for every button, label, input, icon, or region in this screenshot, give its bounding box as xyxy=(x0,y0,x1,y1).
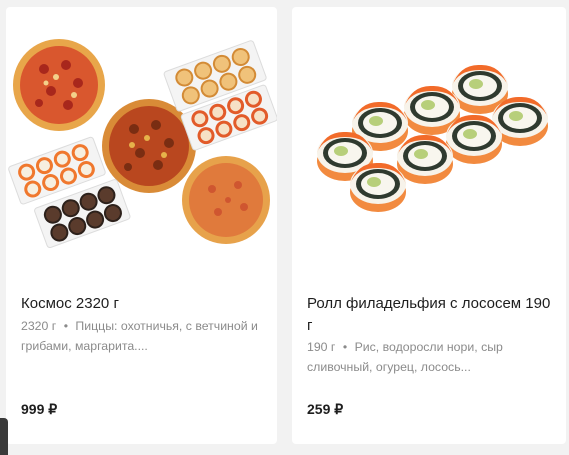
product-title[interactable]: Ролл филадельфия с лососем 190 г xyxy=(307,293,552,337)
separator-dot: • xyxy=(63,319,68,333)
product-weight: 190 г xyxy=(307,340,336,354)
product-description: 190 г • Рис, водоросли нори, сыр сливочн… xyxy=(307,337,552,377)
product-composition: Пиццы: охотничья, с ветчиной и грибами, … xyxy=(21,319,258,353)
product-image-kosmos[interactable] xyxy=(6,7,277,279)
product-price: 259 ₽ xyxy=(307,401,344,417)
product-title[interactable]: Космос 2320 г xyxy=(21,293,263,315)
scroll-handle[interactable] xyxy=(0,418,8,455)
product-price: 999 ₽ xyxy=(21,401,58,417)
product-card-kosmos[interactable]: Космос 2320 г 2320 г • Пиццы: охотничья,… xyxy=(6,7,277,444)
sushi-roll-illustration xyxy=(317,64,548,212)
pizza-set-illustration xyxy=(8,39,277,249)
product-weight: 2320 г xyxy=(21,319,57,333)
product-card-philadelphia[interactable]: Ролл филадельфия с лососем 190 г 190 г •… xyxy=(292,7,566,444)
product-description: 2320 г • Пиццы: охотничья, с ветчиной и … xyxy=(21,316,263,356)
separator-dot: • xyxy=(342,340,348,354)
product-composition: Рис, водоросли нори, сыр сливочный, огур… xyxy=(307,340,503,374)
product-image-philadelphia[interactable] xyxy=(292,7,566,279)
